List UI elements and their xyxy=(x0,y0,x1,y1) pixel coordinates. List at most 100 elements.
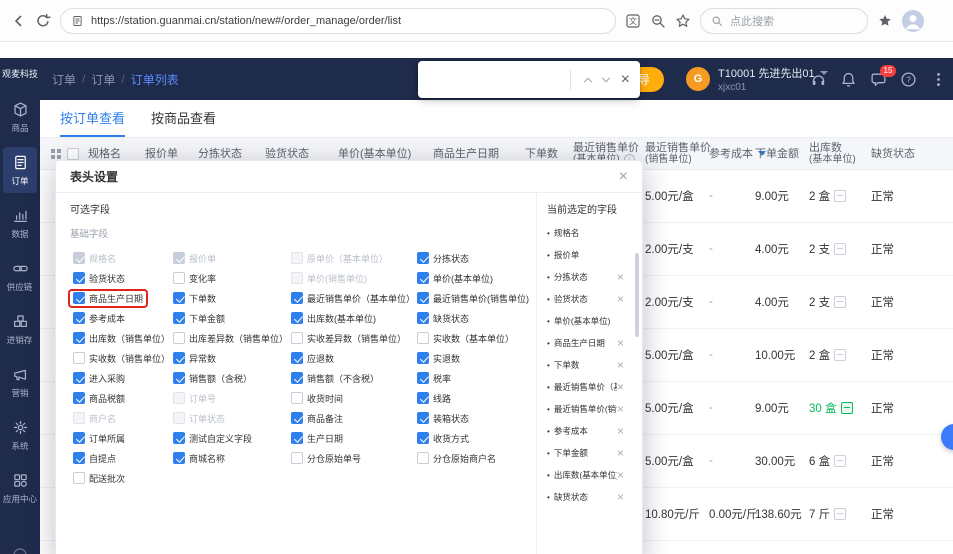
field-option-wrap[interactable]: 线路 xyxy=(414,391,454,406)
field-option-wrap[interactable]: 商品备注 xyxy=(288,411,346,426)
field-option-wrap[interactable]: 实收数（销售单位） xyxy=(70,351,173,366)
field-option-wrap[interactable]: 出库数（销售单位） xyxy=(70,331,173,346)
field-checkbox[interactable] xyxy=(291,332,303,344)
sidebar-item-marketing[interactable]: 营销 xyxy=(3,359,37,405)
field-checkbox[interactable] xyxy=(173,312,185,324)
breadcrumb-item[interactable]: 订单列表 xyxy=(131,71,179,88)
column-header[interactable]: 下单金额 xyxy=(751,138,805,169)
remove-field-icon[interactable]: × xyxy=(617,469,624,481)
browser-profile-avatar[interactable] xyxy=(902,10,924,32)
find-close-icon[interactable]: × xyxy=(621,72,630,88)
bookmark-star-icon[interactable] xyxy=(675,13,691,29)
unit-tag-icon[interactable] xyxy=(841,402,853,414)
field-checkbox[interactable] xyxy=(73,272,85,284)
zoom-out-icon[interactable] xyxy=(650,13,666,29)
field-option-wrap[interactable]: 商城名称 xyxy=(170,451,228,466)
remove-field-icon[interactable]: × xyxy=(617,447,624,459)
field-checkbox[interactable] xyxy=(417,292,429,304)
sidebar-item-data[interactable]: 数据 xyxy=(3,200,37,246)
remove-field-icon[interactable]: × xyxy=(617,293,624,305)
field-checkbox[interactable] xyxy=(417,352,429,364)
field-option-wrap[interactable]: 分拣状态 xyxy=(414,251,472,266)
column-header[interactable]: 出库数(基本单位) xyxy=(805,138,867,169)
remove-field-icon[interactable]: × xyxy=(617,491,624,503)
field-checkbox[interactable] xyxy=(173,452,185,464)
remove-field-icon[interactable]: × xyxy=(617,403,624,415)
find-previous-icon[interactable] xyxy=(579,71,597,89)
column-header[interactable]: 最近销售单价(销售单位) xyxy=(641,138,705,169)
browser-search-box[interactable]: 点此搜索 xyxy=(700,8,868,34)
breadcrumb-item[interactable]: 订单 xyxy=(91,71,115,88)
field-option-wrap[interactable]: 单价(基本单位) xyxy=(414,271,496,286)
help-icon[interactable]: ? xyxy=(900,71,917,88)
user-info[interactable]: G T10001 先进先出01 xjxc01 xyxy=(686,58,828,100)
scrollbar-thumb[interactable] xyxy=(635,253,639,337)
close-icon[interactable]: × xyxy=(619,169,628,185)
field-checkbox[interactable] xyxy=(173,292,185,304)
unit-tag-icon[interactable] xyxy=(834,455,846,467)
remove-field-icon[interactable]: × xyxy=(617,425,624,437)
field-option-wrap[interactable]: 订单所属 xyxy=(70,431,128,446)
field-checkbox[interactable] xyxy=(73,392,85,404)
field-checkbox[interactable] xyxy=(417,412,429,424)
field-checkbox[interactable] xyxy=(73,372,85,384)
sidebar-item-system[interactable]: 系统 xyxy=(3,412,37,458)
sidebar-item-apps[interactable]: 应用中心 xyxy=(3,465,37,511)
unit-tag-icon[interactable] xyxy=(834,349,846,361)
field-checkbox[interactable] xyxy=(173,272,185,284)
remove-field-icon[interactable]: × xyxy=(617,271,624,283)
field-checkbox[interactable] xyxy=(73,292,85,304)
field-option-wrap[interactable]: 销售额（不含税） xyxy=(288,371,382,386)
field-option-wrap[interactable]: 下单金额 xyxy=(170,311,228,326)
field-option-wrap[interactable]: 分仓原始单号 xyxy=(288,451,364,466)
more-icon[interactable] xyxy=(930,71,947,88)
back-icon[interactable] xyxy=(10,13,26,29)
field-option-wrap[interactable]: 异常数 xyxy=(170,351,219,366)
field-checkbox[interactable] xyxy=(291,312,303,324)
field-option-wrap[interactable]: 出库数(基本单位) xyxy=(288,311,379,326)
field-checkbox[interactable] xyxy=(291,372,303,384)
field-option-wrap[interactable]: 验货状态 xyxy=(70,271,128,286)
sidebar-item-order[interactable]: 订单 xyxy=(3,147,37,193)
field-checkbox[interactable] xyxy=(73,432,85,444)
unit-tag-icon[interactable] xyxy=(834,508,846,520)
sidebar-item-goods[interactable]: 商品 xyxy=(3,94,37,140)
field-checkbox[interactable] xyxy=(173,372,185,384)
field-checkbox[interactable] xyxy=(417,252,429,264)
column-header[interactable]: 缺货状态 xyxy=(867,138,953,169)
field-checkbox[interactable] xyxy=(173,332,185,344)
field-checkbox[interactable] xyxy=(417,372,429,384)
field-checkbox[interactable] xyxy=(291,412,303,424)
field-checkbox[interactable] xyxy=(291,452,303,464)
field-checkbox[interactable] xyxy=(291,392,303,404)
remove-field-icon[interactable]: × xyxy=(617,337,624,349)
reload-icon[interactable] xyxy=(35,13,51,29)
select-all-checkbox[interactable] xyxy=(67,148,79,160)
bell-icon[interactable] xyxy=(840,71,857,88)
field-checkbox[interactable] xyxy=(417,272,429,284)
unit-tag-icon[interactable] xyxy=(834,296,846,308)
field-option-wrap[interactable]: 参考成本 xyxy=(70,311,128,326)
field-option-wrap[interactable]: 分仓原始商户名 xyxy=(414,451,499,466)
columns-grid-icon[interactable] xyxy=(50,148,62,160)
remove-field-icon[interactable]: × xyxy=(617,359,624,371)
headset-icon[interactable] xyxy=(810,71,827,88)
address-bar[interactable]: https://station.guanmai.cn/station/new#/… xyxy=(60,8,616,34)
field-checkbox[interactable] xyxy=(417,312,429,324)
field-option-wrap[interactable]: 收货时间 xyxy=(288,391,346,406)
field-checkbox[interactable] xyxy=(417,452,429,464)
field-checkbox[interactable] xyxy=(291,432,303,444)
field-option-wrap[interactable]: 实退数 xyxy=(414,351,463,366)
field-option-wrap[interactable]: 实收差异数（销售单位） xyxy=(288,331,409,346)
field-checkbox[interactable] xyxy=(417,392,429,404)
sidebar-item-inventory[interactable]: 进销存 xyxy=(3,306,37,352)
field-checkbox[interactable] xyxy=(73,452,85,464)
field-option-wrap[interactable]: 收货方式 xyxy=(414,431,472,446)
unit-tag-icon[interactable] xyxy=(834,190,846,202)
field-option-wrap[interactable]: 测试自定义字段 xyxy=(170,431,255,446)
sidebar-partial-icon[interactable] xyxy=(12,545,28,554)
field-checkbox[interactable] xyxy=(291,352,303,364)
field-option-wrap[interactable]: 出库差异数（销售单位） xyxy=(170,331,291,346)
favorites-icon[interactable] xyxy=(877,13,893,29)
field-checkbox[interactable] xyxy=(73,472,85,484)
